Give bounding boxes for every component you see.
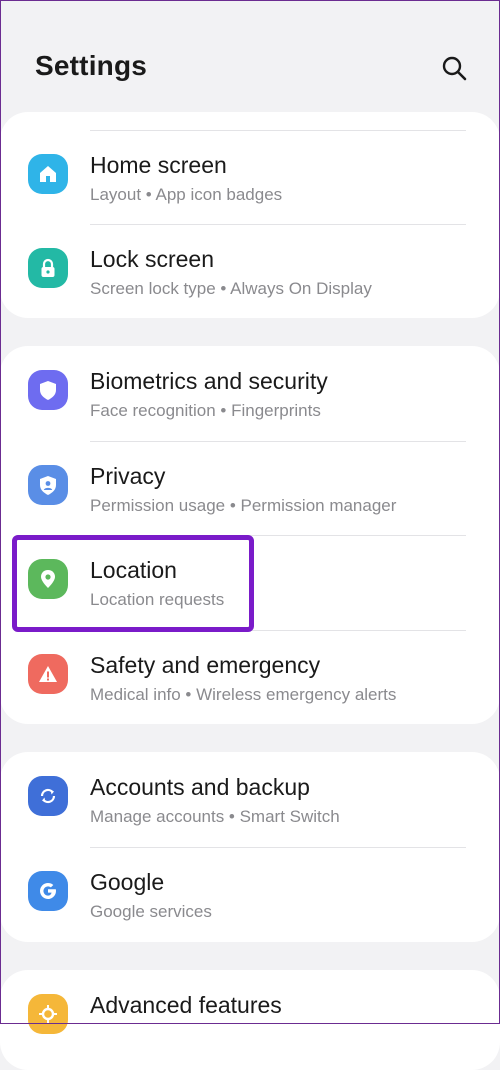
highlight-box (12, 535, 254, 632)
item-subtitle: Manage accounts • Smart Switch (90, 807, 340, 826)
item-subtitle: Face recognition • Fingerprints (90, 401, 321, 420)
settings-item-home-screen[interactable]: Home screen Layout • App icon badges (0, 130, 500, 224)
advanced-features-icon (28, 994, 68, 1034)
page-title: Settings (35, 50, 148, 81)
search-button[interactable] (436, 50, 472, 86)
item-label: Google (90, 869, 165, 895)
sync-icon (28, 776, 68, 816)
settings-item-google[interactable]: Google Google services (0, 847, 500, 941)
settings-group-accounts: Accounts and backup Manage accounts • Sm… (0, 752, 500, 942)
item-label: Advanced features (90, 992, 282, 1018)
item-subtitle: Google services (90, 902, 212, 921)
settings-group-advanced: Advanced features (0, 970, 500, 1070)
item-label: Lock screen (90, 246, 215, 272)
settings-group-display: Home screen Layout • App icon badges Loc… (0, 112, 500, 318)
settings-item-accounts-backup[interactable]: Accounts and backup Manage accounts • Sm… (0, 752, 500, 846)
lock-icon (28, 248, 68, 288)
item-subtitle: Permission usage • Permission manager (90, 496, 397, 515)
settings-item-advanced-features[interactable]: Advanced features (0, 970, 500, 1064)
google-icon (28, 871, 68, 911)
alert-icon (28, 654, 68, 694)
settings-item-lock-screen[interactable]: Lock screen Screen lock type • Always On… (0, 224, 500, 318)
search-icon (442, 56, 467, 81)
item-label: Accounts and backup (90, 774, 310, 800)
item-subtitle: Medical info • Wireless emergency alerts (90, 685, 397, 704)
header: Settings (0, 0, 500, 112)
privacy-shield-icon (28, 465, 68, 505)
item-label: Privacy (90, 463, 166, 489)
home-icon (28, 154, 68, 194)
settings-item-safety-emergency[interactable]: Safety and emergency Medical info • Wire… (0, 630, 500, 724)
item-subtitle: Layout • App icon badges (90, 185, 283, 204)
item-label: Biometrics and security (90, 368, 328, 394)
settings-item-biometrics[interactable]: Biometrics and security Face recognition… (0, 346, 500, 440)
shield-icon (28, 370, 68, 410)
settings-item-privacy[interactable]: Privacy Permission usage • Permission ma… (0, 441, 500, 535)
item-label: Home screen (90, 152, 227, 178)
item-subtitle: Screen lock type • Always On Display (90, 279, 372, 298)
item-label: Safety and emergency (90, 652, 321, 678)
